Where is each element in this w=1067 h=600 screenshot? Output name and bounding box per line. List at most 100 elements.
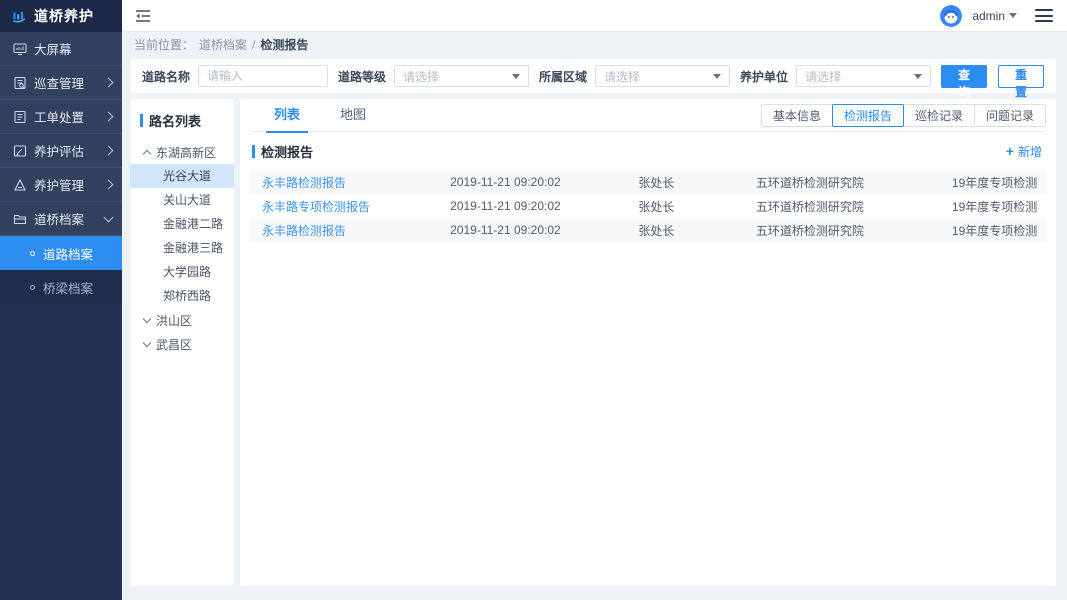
filter-maintenance-unit: 养护单位 请选择 [740, 65, 932, 87]
tree-group-label: 武昌区 [156, 337, 193, 352]
sidebar-item-road-archive[interactable]: 道路档案 [0, 236, 122, 270]
submenu-item-label: 桥梁档案 [43, 281, 94, 296]
tree-group-donghu[interactable]: 东湖高新区 [130, 140, 234, 164]
username-label: admin [972, 8, 1005, 23]
add-button-label: 新增 [1017, 144, 1042, 159]
filter-road-name: 道路名称 [142, 65, 329, 87]
caret-down-icon [713, 73, 722, 79]
select-placeholder: 请选择 [805, 69, 842, 84]
filter-actions: 查询 重置 [941, 64, 1044, 99]
road-level-select[interactable]: 请选择 [394, 65, 530, 87]
sidebar-item-work-order[interactable]: 工单处置 [0, 100, 122, 134]
chevron-right-icon [103, 77, 114, 88]
title-accent-bar [140, 114, 143, 127]
user-menu[interactable]: admin [972, 9, 1017, 23]
breadcrumb: 当前位置： 道桥档案 / 检测报告 [122, 32, 1067, 57]
sidebar-item-label: 巡查管理 [34, 77, 85, 91]
topbar: admin [122, 0, 1067, 32]
breadcrumb-parent[interactable]: 道桥档案 [199, 36, 247, 53]
filter-label: 道路名称 [142, 69, 191, 84]
title-accent-bar [252, 144, 255, 158]
report-table: 永丰路检测报告 2019-11-21 09:20:02 张处长 五环道桥检测研究… [250, 170, 1046, 242]
bullet-icon [30, 284, 35, 290]
chevron-right-icon [103, 145, 114, 156]
cell-organization: 五环道桥检测研究院 [755, 199, 864, 214]
section-header: 检测报告 + 新增 [250, 132, 1046, 170]
report-link[interactable]: 永丰路检测报告 [262, 174, 450, 191]
maintenance-unit-select[interactable]: 请选择 [796, 65, 932, 87]
view-btn-issue-record[interactable]: 问题记录 [973, 103, 1046, 127]
sidebar: 道桥养护 大屏幕 巡查管理 工单处置 养护评估 养护管理 道桥档案 道路档案 桥… [0, 0, 122, 600]
chevron-down-icon [142, 338, 152, 347]
select-placeholder: 请选择 [403, 69, 440, 84]
submenu-item-label: 道路档案 [43, 247, 94, 262]
work-order-icon [12, 109, 27, 124]
road-list-title: 路名列表 [130, 111, 234, 130]
chevron-down-icon [142, 314, 152, 323]
sidebar-item-inspection[interactable]: 巡查管理 [0, 66, 122, 100]
search-button[interactable]: 查询 [941, 64, 988, 99]
filter-label: 所属区域 [539, 69, 588, 84]
chevron-up-icon [142, 149, 152, 158]
main-panel: 列表 地图 基本信息 检测报告 巡检记录 问题记录 检测报告 + 新增 永丰路检… [240, 99, 1056, 586]
add-button[interactable]: + 新增 [1006, 143, 1046, 160]
filter-label: 养护单位 [740, 69, 789, 84]
tree-leaf-road[interactable]: 光谷大道 [130, 164, 234, 188]
caret-down-icon [512, 73, 521, 79]
caret-down-icon [1009, 13, 1017, 18]
menu-fold-icon[interactable] [132, 5, 154, 27]
chevron-right-icon [103, 179, 114, 190]
tree-group-label: 洪山区 [156, 313, 193, 328]
sidebar-item-label: 养护管理 [34, 179, 85, 193]
sidebar-item-bridge-archive[interactable]: 桥梁档案 [0, 270, 122, 304]
sidebar-item-archives[interactable]: 道桥档案 [0, 202, 122, 236]
report-link[interactable]: 永丰路专项检测报告 [262, 198, 450, 215]
avatar[interactable] [940, 4, 963, 27]
breadcrumb-prefix: 当前位置： [134, 38, 195, 52]
caret-down-icon [914, 73, 923, 79]
sidebar-item-big-screen[interactable]: 大屏幕 [0, 32, 122, 66]
sidebar-item-label: 道桥档案 [34, 213, 85, 227]
sidebar-submenu-archives: 道路档案 桥梁档案 [0, 236, 122, 304]
archive-icon [12, 211, 27, 226]
sidebar-item-maintenance[interactable]: 养护管理 [0, 168, 122, 202]
tree-group-hongshan[interactable]: 洪山区 [130, 308, 234, 332]
tabs-row: 列表 地图 基本信息 检测报告 巡检记录 问题记录 [250, 99, 1046, 133]
cell-datetime: 2019-11-21 09:20:02 [450, 199, 561, 213]
tree-group-wuchang[interactable]: 武昌区 [130, 332, 234, 356]
sidebar-menu: 大屏幕 巡查管理 工单处置 养护评估 养护管理 道桥档案 道路档案 桥梁档案 [0, 32, 122, 304]
select-placeholder: 请选择 [604, 69, 641, 84]
maintenance-icon [12, 177, 27, 192]
evaluation-icon [12, 143, 27, 158]
tab-list[interactable]: 列表 [258, 99, 316, 133]
hamburger-menu-icon[interactable] [1035, 9, 1053, 22]
view-btn-basic-info[interactable]: 基本信息 [760, 103, 833, 127]
tree-leaf-road[interactable]: 大学园路 [130, 260, 234, 284]
tree-group-label: 东湖高新区 [156, 145, 217, 160]
view-btn-patrol-record[interactable]: 巡检记录 [902, 103, 975, 127]
chevron-right-icon [103, 111, 114, 122]
table-row: 永丰路检测报告 2019-11-21 09:20:02 张处长 五环道桥检测研究… [250, 170, 1046, 194]
cell-type: 19年度专项检测 [951, 223, 1038, 238]
road-list-panel: 路名列表 东湖高新区 光谷大道 关山大道 金融港二路 金融港三路 大学园路 郑桥… [130, 99, 234, 586]
cell-datetime: 2019-11-21 09:20:02 [450, 223, 561, 237]
cell-person: 张处长 [638, 175, 675, 190]
app-logo: 道桥养护 [0, 0, 122, 32]
tab-map[interactable]: 地图 [324, 99, 382, 132]
body-row: 路名列表 东湖高新区 光谷大道 关山大道 金融港二路 金融港三路 大学园路 郑桥… [130, 99, 1056, 586]
tree-leaf-road[interactable]: 金融港二路 [130, 212, 234, 236]
report-link[interactable]: 永丰路检测报告 [262, 222, 450, 239]
section-title-text: 检测报告 [261, 144, 314, 160]
reset-button[interactable]: 重置 [998, 64, 1044, 99]
tree-leaf-road[interactable]: 郑桥西路 [130, 284, 234, 308]
cell-datetime: 2019-11-21 09:20:02 [450, 175, 561, 189]
sidebar-item-evaluation[interactable]: 养护评估 [0, 134, 122, 168]
road-name-input[interactable] [198, 65, 329, 87]
tree-leaf-road[interactable]: 金融港三路 [130, 236, 234, 260]
region-select[interactable]: 请选择 [595, 65, 731, 87]
filter-region: 所属区域 请选择 [539, 65, 731, 87]
tree-leaf-road[interactable]: 关山大道 [130, 188, 234, 212]
view-btn-inspection-report[interactable]: 检测报告 [831, 103, 904, 127]
screen-icon [12, 41, 27, 56]
breadcrumb-current: 检测报告 [260, 38, 309, 52]
